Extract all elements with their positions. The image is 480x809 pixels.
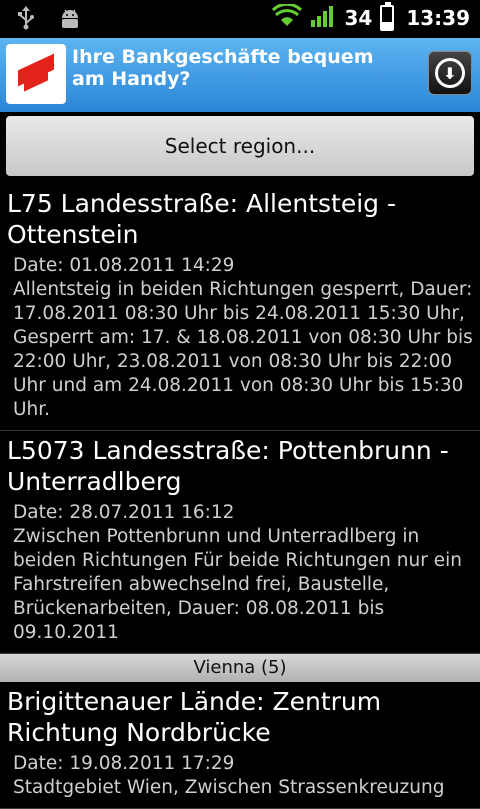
status-bar: 34 13:39 [0,0,480,38]
item-description: Allentsteig in beiden Richtungen gesperr… [13,279,473,420]
bank-logo-icon [6,44,66,104]
item-body: Date: 01.08.2011 14:29 Allentsteig in be… [13,254,474,422]
item-body: Date: 19.08.2011 17:29 Stadtgebiet Wien,… [13,752,474,800]
battery-icon [380,2,395,31]
android-debug-icon [58,6,82,34]
ad-banner[interactable]: Ihre Bankgeschäfte bequem am Handy? ⬇ [0,38,480,112]
item-body: Date: 28.07.2011 16:12 Zwischen Pottenbr… [13,501,474,645]
status-indicators: 34 13:39 [272,2,470,32]
section-header: Vienna (5) [0,654,480,682]
list-item[interactable]: L75 Landesstraße: Allentsteig - Ottenste… [0,184,480,431]
status-notifications [16,6,82,34]
list-item[interactable]: L5073 Landesstraße: Pottenbrunn - Unterr… [0,431,480,654]
item-title: Brigittenauer Lände: Zentrum Richtung No… [7,687,382,747]
clock: 13:39 [406,6,470,30]
ad-text: Ihre Bankgeschäfte bequem am Handy? [72,46,374,90]
download-icon: ⬇ [435,58,465,88]
item-date: Date: 28.07.2011 16:12 [13,502,235,523]
item-date: Date: 01.08.2011 14:29 [13,255,235,276]
item-description: Stadtgebiet Wien, Zwischen Strassenkreuz… [13,777,445,798]
usb-icon [16,6,36,34]
item-description: Zwischen Pottenbrunn und Unterradlberg i… [13,526,462,643]
list-item[interactable]: Brigittenauer Lände: Zentrum Richtung No… [0,682,480,809]
item-title: L5073 Landesstraße: Pottenbrunn - Unterr… [7,436,449,496]
item-date: Date: 19.08.2011 17:29 [13,753,235,774]
battery-percent: 34 [344,6,373,30]
select-region-button[interactable]: Select region... [6,116,474,176]
wifi-icon [272,2,303,32]
download-button[interactable]: ⬇ [428,51,472,95]
signal-strength-icon [310,4,336,32]
traffic-list: L75 Landesstraße: Allentsteig - Ottenste… [0,184,480,809]
item-title: L75 Landesstraße: Allentsteig - Ottenste… [7,189,396,249]
